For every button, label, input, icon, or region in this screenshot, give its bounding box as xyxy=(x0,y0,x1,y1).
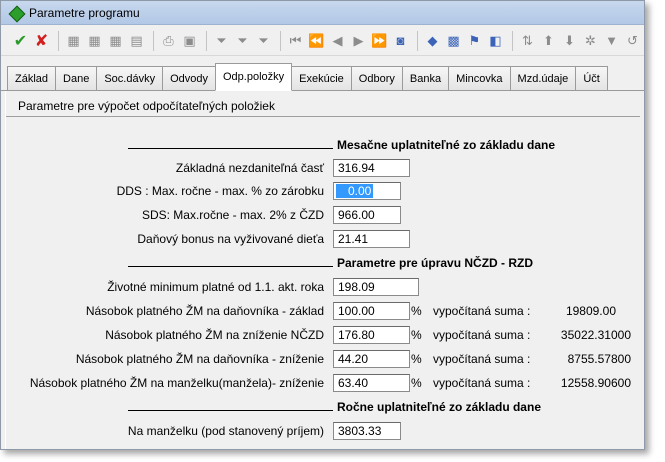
filter-add-icon[interactable]: ⏷ xyxy=(233,30,252,52)
title-bar[interactable]: Parametre programu xyxy=(1,1,644,25)
toolbar-separator xyxy=(153,30,154,51)
dds-input[interactable]: 0.00 xyxy=(333,182,401,200)
section-yearly: Ročne uplatniteľné zo základu dane xyxy=(128,399,541,415)
preview-icon[interactable]: ▣ xyxy=(180,30,199,52)
basic-allowance-input[interactable]: 316.94 xyxy=(333,159,410,177)
tab-7[interactable]: Banka xyxy=(401,66,450,90)
grid-delete-icon[interactable]: ▤ xyxy=(127,30,146,52)
calc-sum-label: vypočítaná suma : xyxy=(433,328,531,342)
mult-taxpayer-reduce-input[interactable]: 44.20 xyxy=(333,350,410,368)
calc-sum-label: vypočítaná suma : xyxy=(433,376,531,390)
calculator-icon[interactable]: ▩ xyxy=(444,30,463,52)
first-record-icon[interactable]: ⏮ xyxy=(286,30,305,52)
percent-sign: % xyxy=(411,352,422,366)
toolbar-separator xyxy=(417,30,418,51)
grid-add-icon[interactable]: ▦ xyxy=(85,30,104,52)
tab-strip: Základ Dane Soc.dávky Odvody Odp.položky Exek… xyxy=(1,61,644,91)
next-page-icon[interactable]: ⏩ xyxy=(370,30,389,52)
section-divider xyxy=(128,141,333,149)
grid-icon[interactable]: ▦ xyxy=(64,30,83,52)
child-bonus-input[interactable]: 21.41 xyxy=(333,230,410,248)
prev-record-icon[interactable]: ◀ xyxy=(328,30,347,52)
section-adjust-title: Parametre pre úpravu NČZD - RZD xyxy=(337,256,534,270)
section-monthly-title: Mesačne uplatniteľné zo základu dane xyxy=(337,138,556,152)
tab-9[interactable]: Mzd.údaje xyxy=(509,66,577,90)
mult-spouse-reduce-input[interactable]: 63.40 xyxy=(333,374,410,392)
tab-0[interactable]: Základ xyxy=(7,66,57,90)
child-bonus-label: Daňový bonus na vyživované dieťa xyxy=(137,232,324,246)
odp-polozky-panel: Parametre pre výpočet odpočítateľných po… xyxy=(5,91,640,449)
calc-sum-spouse-reduce: 12558.90600 xyxy=(560,376,631,390)
tab-1[interactable]: Dane xyxy=(55,66,98,90)
section-divider xyxy=(128,259,333,267)
dds-input-value: 0.00 xyxy=(336,184,374,198)
toolbar-separator xyxy=(512,30,513,51)
percent-sign: % xyxy=(411,376,422,390)
spouse-input[interactable]: 3803.33 xyxy=(333,422,401,440)
sds-input[interactable]: 966.00 xyxy=(333,206,401,224)
calc-sum-label: vypočítaná suma : xyxy=(433,352,531,366)
database-icon[interactable]: ◆ xyxy=(423,30,442,52)
settings-icon[interactable]: ✲ xyxy=(581,30,600,52)
mult-taxpayer-reduce-label: Násobok platného ŽM na daňovníka - zníže… xyxy=(75,352,324,366)
calc-sum-label: vypočítaná suma : xyxy=(433,304,531,318)
tab-5[interactable]: Exekúcie xyxy=(291,66,352,90)
toolbar-separator xyxy=(206,30,207,51)
tab-10[interactable]: Účt xyxy=(575,66,608,90)
flag-icon[interactable]: ⚑ xyxy=(465,30,484,52)
print-icon[interactable]: ⎙ xyxy=(159,30,178,52)
percent-sign: % xyxy=(411,304,422,318)
windows-icon[interactable]: ◧ xyxy=(486,30,505,52)
toolbar-separator xyxy=(280,30,281,51)
filter-remove-icon[interactable]: ⏷ xyxy=(254,30,273,52)
sds-label: SDS: Max.ročne - max. 2% z ČZD xyxy=(141,208,324,222)
calc-sum-taxpayer-base: 19809.00 xyxy=(565,304,616,318)
panel-header: Parametre pre výpočet odpočítateľných po… xyxy=(6,97,640,117)
app-logo-icon xyxy=(9,6,23,20)
prev-page-icon[interactable]: ⏪ xyxy=(307,30,326,52)
percent-sign: % xyxy=(411,328,422,342)
mult-nczd-reduce-label: Násobok platného ŽM na zníženie NČZD xyxy=(105,328,324,342)
dds-label: DDS : Max. ročne - max. % zo zárobku xyxy=(116,184,324,198)
grid-edit-icon[interactable]: ▦ xyxy=(106,30,125,52)
mult-taxpayer-base-label: Násobok platného ŽM na daňovníka - zákla… xyxy=(85,304,324,318)
pin-icon[interactable]: ▼ xyxy=(602,30,621,52)
toolbar-separator xyxy=(58,30,59,51)
basic-allowance-label: Základná nezdaniteľná časť xyxy=(175,161,324,175)
mult-spouse-reduce-label: Násobok platného ŽM na manželku(manžela)… xyxy=(29,376,324,390)
section-monthly: Mesačne uplatniteľné zo základu dane xyxy=(128,137,555,153)
tab-6[interactable]: Odbory xyxy=(350,66,403,90)
living-min-label: Životné minimum platné od 1.1. akt. roka xyxy=(107,280,324,294)
tab-3[interactable]: Odvody xyxy=(162,66,216,90)
calc-sum-nczd-reduce: 35022.31000 xyxy=(560,328,631,342)
sort-icon[interactable]: ⇅ xyxy=(518,30,537,52)
next-record-icon[interactable]: ▶ xyxy=(349,30,368,52)
arrow-up-icon[interactable]: ⬆ xyxy=(539,30,558,52)
section-yearly-title: Ročne uplatniteľné zo základu dane xyxy=(337,400,541,414)
binoculars-icon[interactable]: ◙ xyxy=(391,30,410,52)
tab-8[interactable]: Mincovka xyxy=(448,66,511,90)
tab-4[interactable]: Odp.položky xyxy=(215,63,293,91)
cancel-icon[interactable]: ✘ xyxy=(32,30,51,52)
app-window: Parametre programu ✔ ✘ ▦ ▦ ▦ ▤ ⎙ ▣ ⏷ ⏷ ⏷ ⏮ ⏪ ◀ ▶ ⏩ ◙ ◆ ▩ ⚑ ◧… xyxy=(0,0,645,450)
confirm-icon[interactable]: ✔ xyxy=(11,30,30,52)
calc-sum-taxpayer-reduce: 8755.57800 xyxy=(567,352,631,366)
toolbar: ✔ ✘ ▦ ▦ ▦ ▤ ⎙ ▣ ⏷ ⏷ ⏷ ⏮ ⏪ ◀ ▶ ⏩ ◙ ◆ ▩ ⚑ ◧ ⇅ ⬆ ⬇ ✲ ▼ ↺ xyxy=(1,26,644,56)
refresh-icon[interactable]: ↺ xyxy=(623,30,642,52)
arrow-down-icon[interactable]: ⬇ xyxy=(560,30,579,52)
section-divider xyxy=(128,403,333,411)
spouse-label: Na manželku (pod stanovený príjem) xyxy=(127,424,324,438)
window-title: Parametre programu xyxy=(29,5,140,20)
mult-taxpayer-base-input[interactable]: 100.00 xyxy=(333,302,410,320)
living-min-input[interactable]: 198.09 xyxy=(333,278,419,296)
filter-icon[interactable]: ⏷ xyxy=(212,30,231,52)
tab-2[interactable]: Soc.dávky xyxy=(96,66,164,90)
mult-nczd-reduce-input[interactable]: 176.80 xyxy=(333,326,410,344)
section-adjust: Parametre pre úpravu NČZD - RZD xyxy=(128,255,533,271)
